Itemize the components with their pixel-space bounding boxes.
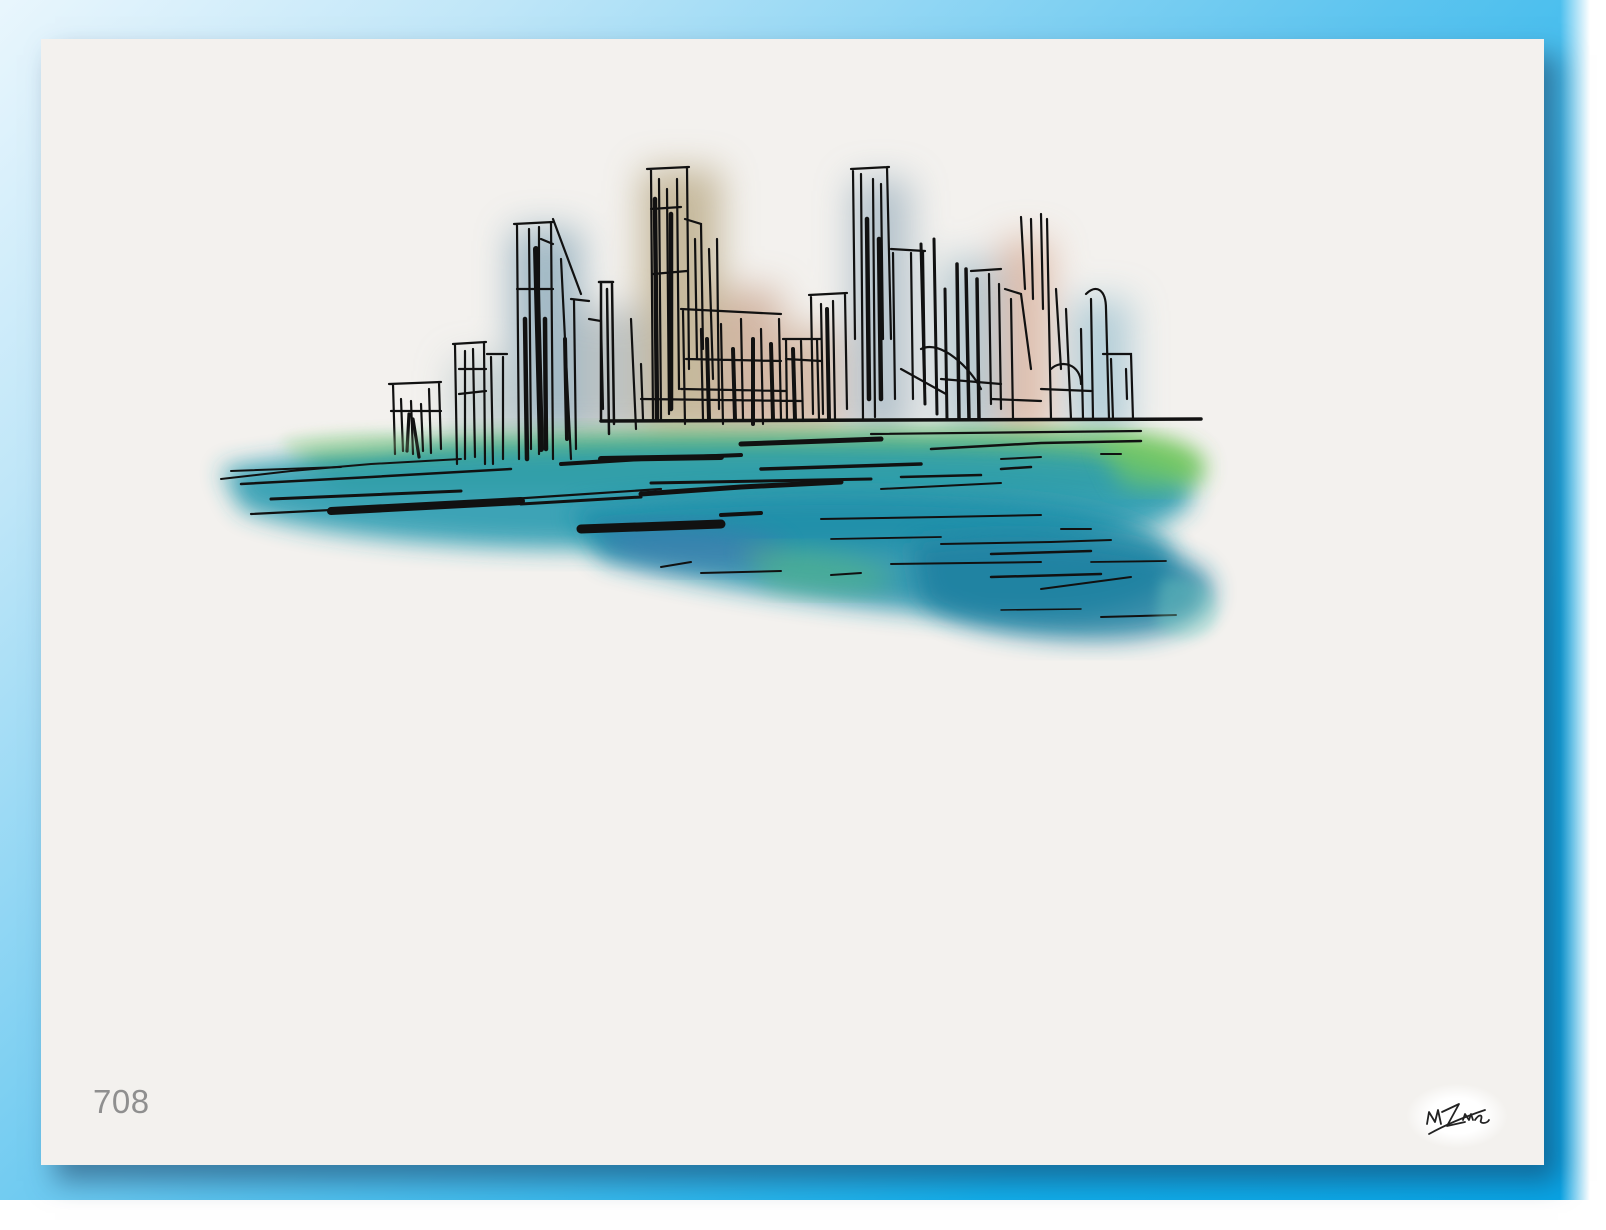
artist-signature-icon [1407,1084,1507,1148]
city-skyline-sketch-icon [220,165,1218,640]
artwork-card: 708 [41,39,1544,1165]
page-number: 708 [93,1083,150,1120]
water-wash [221,431,1213,640]
bottom-margin [0,1200,1606,1230]
